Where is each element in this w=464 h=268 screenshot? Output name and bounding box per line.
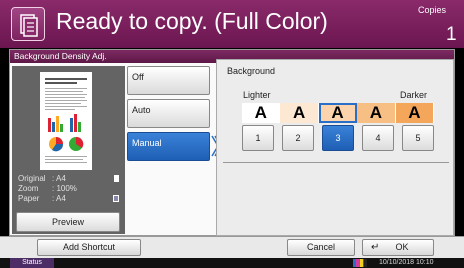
level-5-button[interactable]: 5 bbox=[402, 125, 434, 151]
divider bbox=[223, 162, 449, 163]
zoom-info: Zoom : 100% bbox=[18, 184, 77, 193]
paper-label: Paper bbox=[18, 194, 40, 203]
original-value: : A4 bbox=[52, 174, 66, 183]
background-settings-panel: Background Lighter Darker A A A A A 1 2 … bbox=[216, 59, 454, 236]
copies-label: Copies bbox=[418, 5, 447, 15]
preview-panel: Original : A4 Zoom : 100% Paper : A4 Previe… bbox=[12, 66, 125, 234]
page-title: Ready to copy. (Full Color) bbox=[56, 8, 328, 34]
preview-button[interactable]: Preview bbox=[16, 212, 120, 232]
paper-value: : A4 bbox=[52, 194, 66, 203]
zoom-value: : 100% bbox=[52, 184, 77, 193]
copies-count: 1 bbox=[446, 24, 457, 45]
level-2-button[interactable]: 2 bbox=[282, 125, 314, 151]
density-scale: A A A A A bbox=[242, 103, 435, 123]
manual-button[interactable]: Manual bbox=[127, 132, 210, 161]
level-3-button[interactable]: 3 bbox=[322, 125, 354, 151]
level-1-button[interactable]: 1 bbox=[242, 125, 274, 151]
toner-level-icon bbox=[353, 259, 367, 267]
paper-info: Paper : A4 bbox=[18, 194, 66, 203]
scale-cell-1: A bbox=[242, 103, 281, 123]
original-orientation-icon bbox=[114, 175, 119, 182]
ok-button[interactable]: ↵ OK bbox=[362, 239, 434, 256]
lighter-label: Lighter bbox=[243, 90, 271, 100]
original-label: Original bbox=[18, 174, 46, 183]
paper-tray-icon bbox=[113, 195, 119, 202]
scale-cell-5: A bbox=[395, 103, 435, 123]
home-copy-icon[interactable] bbox=[11, 7, 45, 41]
level-buttons: 1 2 3 4 5 bbox=[242, 125, 434, 151]
status-tab[interactable]: Status bbox=[10, 258, 54, 268]
level-4-button[interactable]: 4 bbox=[362, 125, 394, 151]
background-label: Background bbox=[227, 66, 276, 76]
header-bar: Ready to copy. (Full Color) Copies 1 bbox=[0, 0, 464, 48]
add-shortcut-button[interactable]: Add Shortcut bbox=[37, 239, 141, 256]
datetime: 10/10/2018 10:10 bbox=[379, 259, 434, 266]
auto-button[interactable]: Auto bbox=[127, 99, 210, 128]
document-thumbnail bbox=[40, 72, 92, 170]
scale-cell-2: A bbox=[280, 103, 319, 123]
enter-icon: ↵ bbox=[371, 242, 380, 253]
scale-cell-4: A bbox=[357, 103, 396, 123]
scale-cell-3: A bbox=[318, 103, 358, 123]
original-info: Original : A4 bbox=[18, 174, 66, 183]
status-bar: Status 10/10/2018 10:10 bbox=[0, 258, 464, 268]
darker-label: Darker bbox=[400, 90, 428, 100]
off-button[interactable]: Off bbox=[127, 66, 210, 95]
ok-label: OK bbox=[395, 242, 409, 252]
bottom-bar: Add Shortcut Cancel ↵ OK bbox=[0, 236, 464, 258]
zoom-label: Zoom bbox=[18, 184, 39, 193]
cancel-button[interactable]: Cancel bbox=[287, 239, 355, 256]
main-frame: Background Density Adj. Original: A4 Zo… bbox=[9, 49, 455, 236]
